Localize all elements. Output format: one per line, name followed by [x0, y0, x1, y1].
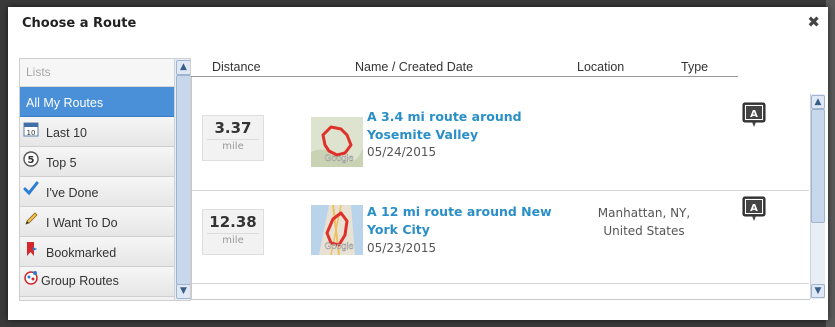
route-location: Manhattan, NY, United States [597, 206, 691, 238]
svg-text:A: A [750, 203, 758, 214]
routes-table: 3.37 mile Google A 3.4 mi route around Y… [191, 77, 810, 300]
distance-value: 3.37 [214, 119, 252, 137]
column-header-type[interactable]: Type [681, 60, 708, 74]
route-created-date: 05/23/2015 [367, 241, 437, 255]
scroll-up-button[interactable]: ▲ [176, 60, 190, 75]
list-item-i-want-to-do[interactable]: I Want To Do [20, 207, 174, 237]
scroll-down-button[interactable]: ▼ [811, 284, 825, 298]
distance-unit: mile [203, 139, 263, 152]
distance-unit: mile [203, 233, 263, 246]
svg-text:5: 5 [28, 155, 35, 166]
routes-scrollbar[interactable]: ▲ ▼ [810, 94, 825, 299]
list-item-all-my-routes[interactable]: All My Routes [20, 87, 174, 117]
pencil-icon [25, 212, 38, 225]
list-item-label: Last 10 [46, 126, 88, 140]
list-item-label: Bookmarked [46, 246, 117, 260]
list-item-label: I Want To Do [46, 216, 118, 230]
column-header-distance[interactable]: Distance [212, 60, 261, 74]
row-divider [192, 283, 809, 284]
scroll-down-button[interactable]: ▼ [176, 284, 190, 299]
dialog-title-bar: Choose a Route ✖ [8, 7, 828, 49]
list-item-label: Group Routes [41, 274, 119, 288]
list-item-group-routes[interactable]: Group Routes [20, 267, 174, 297]
top-5-badge-icon: 5 [23, 151, 39, 167]
svg-text:A: A [750, 109, 758, 120]
route-name-link[interactable]: A 3.4 mi route around Yosemite Valley [367, 108, 582, 144]
dialog-title: Choose a Route [22, 16, 137, 31]
route-created-date: 05/24/2015 [367, 145, 437, 159]
lists-column: Lists All My Routes 10 Last 10 5 Top 5 I… [20, 59, 174, 300]
map-attribution: Google [324, 153, 353, 163]
list-item-label: All My Routes [26, 96, 104, 110]
distance-box: 12.38 mile [202, 209, 264, 255]
bookmark-icon [27, 242, 37, 256]
group-routes-icon [24, 271, 38, 285]
scroll-thumb[interactable] [811, 109, 825, 223]
choose-route-dialog: Choose a Route ✖ Lists All My Routes 10 … [8, 7, 828, 320]
calendar-10-icon: 10 [23, 122, 39, 137]
close-icon[interactable]: ✖ [807, 13, 820, 31]
distance-value: 12.38 [209, 213, 257, 231]
list-item-label: Top 5 [46, 156, 77, 170]
route-type-icon: A [742, 196, 766, 221]
column-header-name[interactable]: Name / Created Date [355, 60, 473, 74]
lists-header-label: Lists [26, 65, 51, 79]
list-item-top-5[interactable]: 5 Top 5 [20, 147, 174, 177]
route-name-link[interactable]: A 12 mi route around New York City [367, 203, 582, 239]
list-item-last-10[interactable]: 10 Last 10 [20, 117, 174, 147]
lists-scrollbar[interactable]: ▲ ▼ [174, 59, 190, 300]
distance-box: 3.37 mile [202, 115, 264, 161]
routes-panel: Distance Name / Created Date Location Ty… [191, 58, 825, 300]
checkmark-icon [23, 181, 39, 196]
list-item-ive-done[interactable]: I've Done [20, 177, 174, 207]
map-attribution: Google [324, 241, 353, 251]
scroll-up-button[interactable]: ▲ [811, 95, 825, 109]
table-row[interactable]: 12.38 mile Google A 12 mi route around N… [192, 191, 809, 283]
table-row[interactable]: 3.37 mile Google A 3.4 mi route around Y… [192, 96, 809, 188]
route-map-thumbnail: Google [311, 117, 363, 167]
lists-header: Lists [20, 59, 174, 87]
column-header-location[interactable]: Location [577, 60, 624, 74]
svg-text:10: 10 [27, 129, 36, 137]
route-map-thumbnail: Google [311, 205, 363, 255]
scroll-thumb[interactable] [176, 75, 190, 285]
lists-panel: Lists All My Routes 10 Last 10 5 Top 5 I… [19, 58, 191, 301]
list-item-bookmarked[interactable]: Bookmarked [20, 237, 174, 267]
route-type-icon: A [742, 102, 766, 127]
list-item-label: I've Done [46, 186, 99, 200]
